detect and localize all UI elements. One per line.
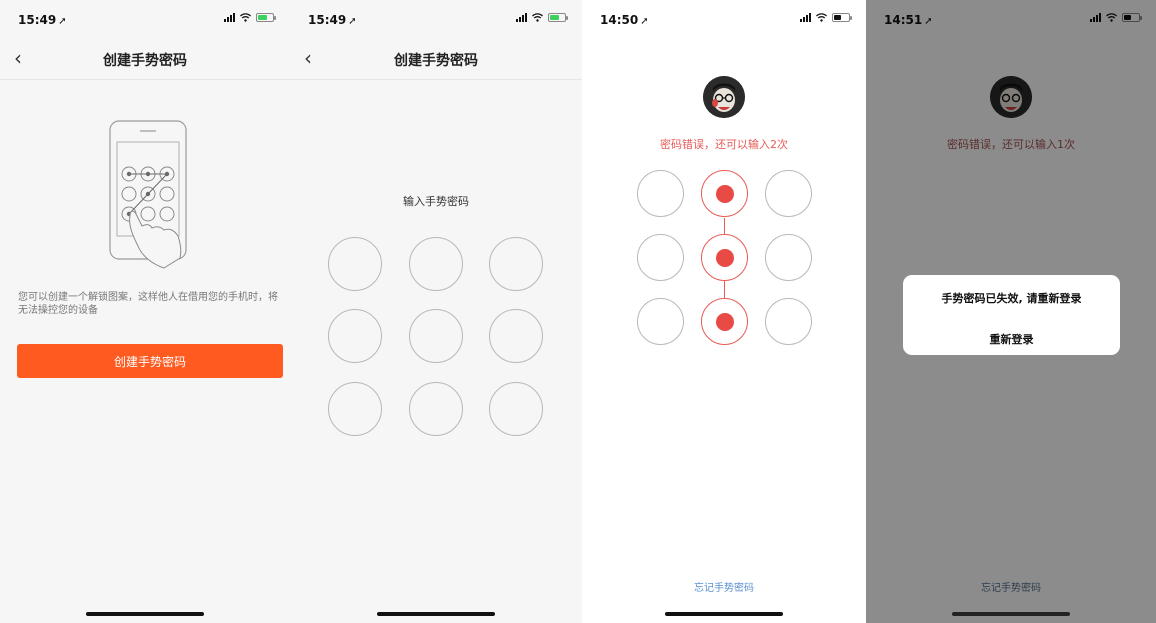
battery-icon	[832, 13, 852, 22]
nav-bar: ‹ 创建手势密码	[0, 38, 290, 80]
gesture-node[interactable]	[765, 170, 812, 217]
wifi-icon	[532, 13, 543, 22]
gesture-node[interactable]	[637, 298, 684, 345]
page-title: 创建手势密码	[394, 53, 478, 69]
forgot-gesture-link[interactable]: 忘记手势密码	[582, 579, 866, 594]
battery-icon	[548, 13, 568, 22]
home-indicator	[665, 612, 783, 616]
gesture-node[interactable]	[637, 234, 684, 281]
gesture-node[interactable]	[489, 382, 543, 436]
create-gesture-password-button[interactable]: 创建手势密码	[17, 344, 283, 378]
gesture-node[interactable]	[637, 170, 684, 217]
gesture-node-selected[interactable]	[701, 234, 748, 281]
screen-gesture-expired: 14:51 ➚ 密码错误，还可以输入1次 忘记手势密码 手势密码已失效, 请重新登…	[866, 0, 1156, 623]
error-message: 密码错误，还可以输入2次	[660, 138, 788, 151]
dialog-message: 手势密码已失效, 请重新登录	[941, 292, 1082, 305]
screen-create-intro: 15:49 ➚ ‹ 创建手势密码 您可以创建一个解锁图案，这样他人在借用您的手机…	[0, 0, 290, 623]
nav-bar: ‹ 创建手势密码	[290, 38, 582, 80]
status-icons	[516, 13, 568, 22]
alert-dialog: 手势密码已失效, 请重新登录 重新登录	[903, 275, 1120, 355]
screen-gesture-error: 14:50 ➚ 密码错误，还可以输入2次 忘记手势密码	[582, 0, 866, 623]
avatar	[703, 76, 745, 118]
status-bar: 15:49 ➚	[0, 0, 290, 38]
gesture-node[interactable]	[489, 309, 543, 363]
home-indicator	[377, 612, 495, 616]
home-indicator	[86, 612, 204, 616]
gesture-node[interactable]	[489, 237, 543, 291]
gesture-node[interactable]	[328, 237, 382, 291]
relogin-button[interactable]: 重新登录	[903, 331, 1120, 347]
status-icons	[800, 13, 852, 22]
gesture-path-line	[724, 218, 725, 234]
selected-dot	[715, 312, 734, 331]
wifi-icon	[240, 13, 251, 22]
phone-gesture-illustration	[109, 120, 187, 269]
gesture-node-selected[interactable]	[701, 298, 748, 345]
status-icons	[224, 13, 276, 22]
wifi-icon	[816, 13, 827, 22]
gesture-prompt: 输入手势密码	[403, 195, 469, 208]
selected-dot	[715, 184, 734, 203]
status-bar: 15:49 ➚	[290, 0, 582, 38]
status-bar: 14:50 ➚	[582, 0, 866, 38]
gesture-node[interactable]	[409, 309, 463, 363]
home-indicator	[952, 612, 1070, 616]
status-time: 15:49 ➚	[308, 13, 357, 27]
gesture-node[interactable]	[328, 382, 382, 436]
page-title: 创建手势密码	[103, 53, 187, 69]
location-arrow-icon: ➚	[640, 16, 649, 27]
signal-icon	[800, 13, 811, 22]
gesture-node-selected[interactable]	[701, 170, 748, 217]
battery-icon	[256, 13, 276, 22]
gesture-node[interactable]	[409, 382, 463, 436]
gesture-path-line	[724, 281, 725, 298]
location-arrow-icon: ➚	[348, 16, 357, 27]
gesture-node[interactable]	[409, 237, 463, 291]
location-arrow-icon: ➚	[58, 16, 67, 27]
signal-icon	[224, 13, 235, 22]
gesture-node[interactable]	[765, 234, 812, 281]
selected-dot	[715, 248, 734, 267]
gesture-node[interactable]	[765, 298, 812, 345]
gesture-node[interactable]	[328, 309, 382, 363]
screenshot-collage: 15:49 ➚ ‹ 创建手势密码 您可以创建一个解锁图案，这样他人在借用您的手机…	[0, 0, 1156, 623]
status-time: 14:50 ➚	[600, 13, 649, 27]
status-time: 15:49 ➚	[18, 13, 67, 27]
description-text: 您可以创建一个解锁图案，这样他人在借用您的手机时，将无法操控您的设备	[18, 292, 278, 316]
signal-icon	[516, 13, 527, 22]
screen-enter-gesture: 15:49 ➚ ‹ 创建手势密码 输入手势密码	[290, 0, 582, 623]
